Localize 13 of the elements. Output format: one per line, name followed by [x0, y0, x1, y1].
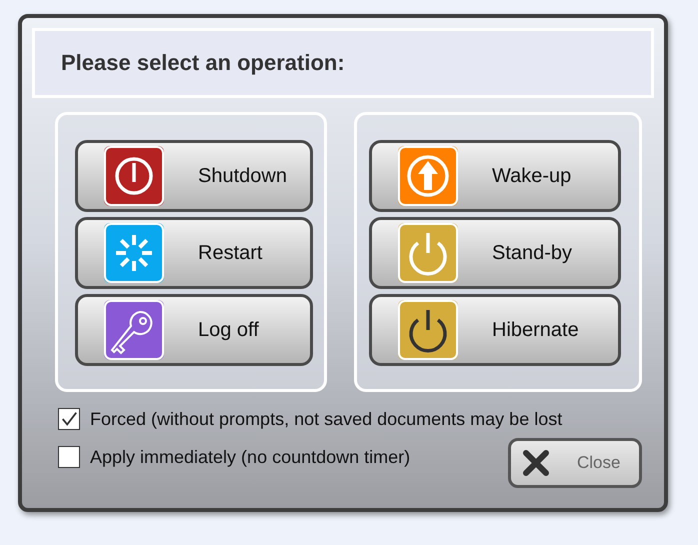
option-label: Apply immediately (no countdown timer)	[90, 446, 410, 468]
operation-button[interactable]: Wake-up	[369, 140, 621, 212]
close-button[interactable]: Close	[508, 438, 642, 488]
operation-button[interactable]: Shutdown	[75, 140, 313, 212]
close-icon	[521, 448, 551, 478]
operation-button[interactable]: Restart	[75, 217, 313, 289]
checkbox[interactable]	[58, 408, 80, 430]
operation-button[interactable]: Stand-by	[369, 217, 621, 289]
operation-button[interactable]: Hibernate	[369, 294, 621, 366]
checkbox[interactable]	[58, 446, 80, 468]
operation-button[interactable]: Log off	[75, 294, 313, 366]
dialog-title: Please select an operation:	[61, 50, 345, 76]
option-label: Forced (without prompts, not saved documents may be lost	[90, 408, 562, 430]
